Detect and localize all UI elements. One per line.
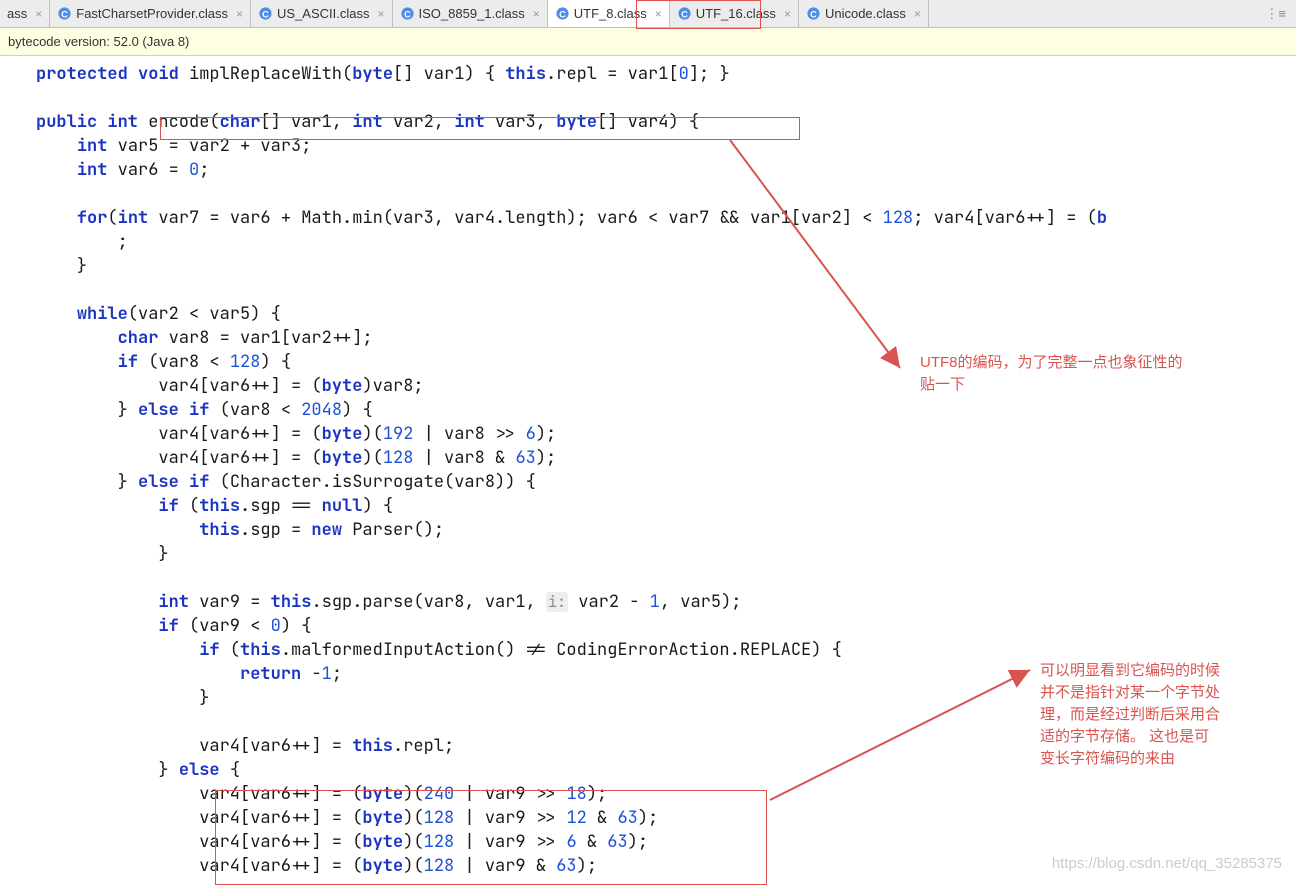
tab-fastcharsetprovider[interactable]: C FastCharsetProvider.class × bbox=[50, 0, 251, 27]
class-icon: C bbox=[258, 6, 273, 21]
tab-label: UTF_16.class bbox=[696, 6, 776, 21]
annotation-2: 可以明显看到它编码的时候并不是指针对某一个字节处理，而是经过判断后采用合适的字节… bbox=[1040, 660, 1220, 770]
watermark: https://blog.csdn.net/qq_35285375 bbox=[1052, 855, 1282, 872]
svg-text:C: C bbox=[61, 9, 68, 19]
class-icon: C bbox=[57, 6, 72, 21]
svg-text:C: C bbox=[681, 9, 688, 19]
bytecode-banner: bytecode version: 52.0 (Java 8) bbox=[0, 28, 1296, 56]
close-icon[interactable]: × bbox=[914, 7, 921, 21]
tab-usascii[interactable]: C US_ASCII.class × bbox=[251, 0, 393, 27]
close-icon[interactable]: × bbox=[784, 7, 791, 21]
tab-label: UTF_8.class bbox=[574, 6, 647, 21]
svg-text:C: C bbox=[262, 9, 269, 19]
close-icon[interactable]: × bbox=[655, 7, 662, 21]
svg-text:C: C bbox=[810, 9, 817, 19]
tab-label: US_ASCII.class bbox=[277, 6, 369, 21]
close-icon[interactable]: × bbox=[236, 7, 243, 21]
tab-unicode[interactable]: C Unicode.class × bbox=[799, 0, 929, 27]
close-icon[interactable]: × bbox=[377, 7, 384, 21]
svg-text:C: C bbox=[559, 9, 566, 19]
tab-label: ass bbox=[7, 6, 27, 21]
svg-text:C: C bbox=[404, 9, 411, 19]
annotation-1: UTF8的编码，为了完整一点也象征性的贴一下 bbox=[920, 352, 1183, 396]
class-icon: C bbox=[677, 6, 692, 21]
tab-label: FastCharsetProvider.class bbox=[76, 6, 228, 21]
class-icon: C bbox=[806, 6, 821, 21]
tab-label: ISO_8859_1.class bbox=[419, 6, 525, 21]
tab-iso8859[interactable]: C ISO_8859_1.class × bbox=[393, 0, 548, 27]
class-icon: C bbox=[555, 6, 570, 21]
tabs-overflow[interactable]: ⋮≡ bbox=[929, 0, 1296, 27]
close-icon[interactable]: × bbox=[533, 7, 540, 21]
tab-utf8[interactable]: C UTF_8.class × bbox=[548, 0, 670, 27]
tab-ass[interactable]: ass × bbox=[0, 0, 50, 27]
tab-label: Unicode.class bbox=[825, 6, 906, 21]
tab-utf16[interactable]: C UTF_16.class × bbox=[670, 0, 799, 27]
close-icon[interactable]: × bbox=[35, 7, 42, 21]
class-icon: C bbox=[400, 6, 415, 21]
tab-bar: ass × C FastCharsetProvider.class × C US_ASC… bbox=[0, 0, 1296, 28]
